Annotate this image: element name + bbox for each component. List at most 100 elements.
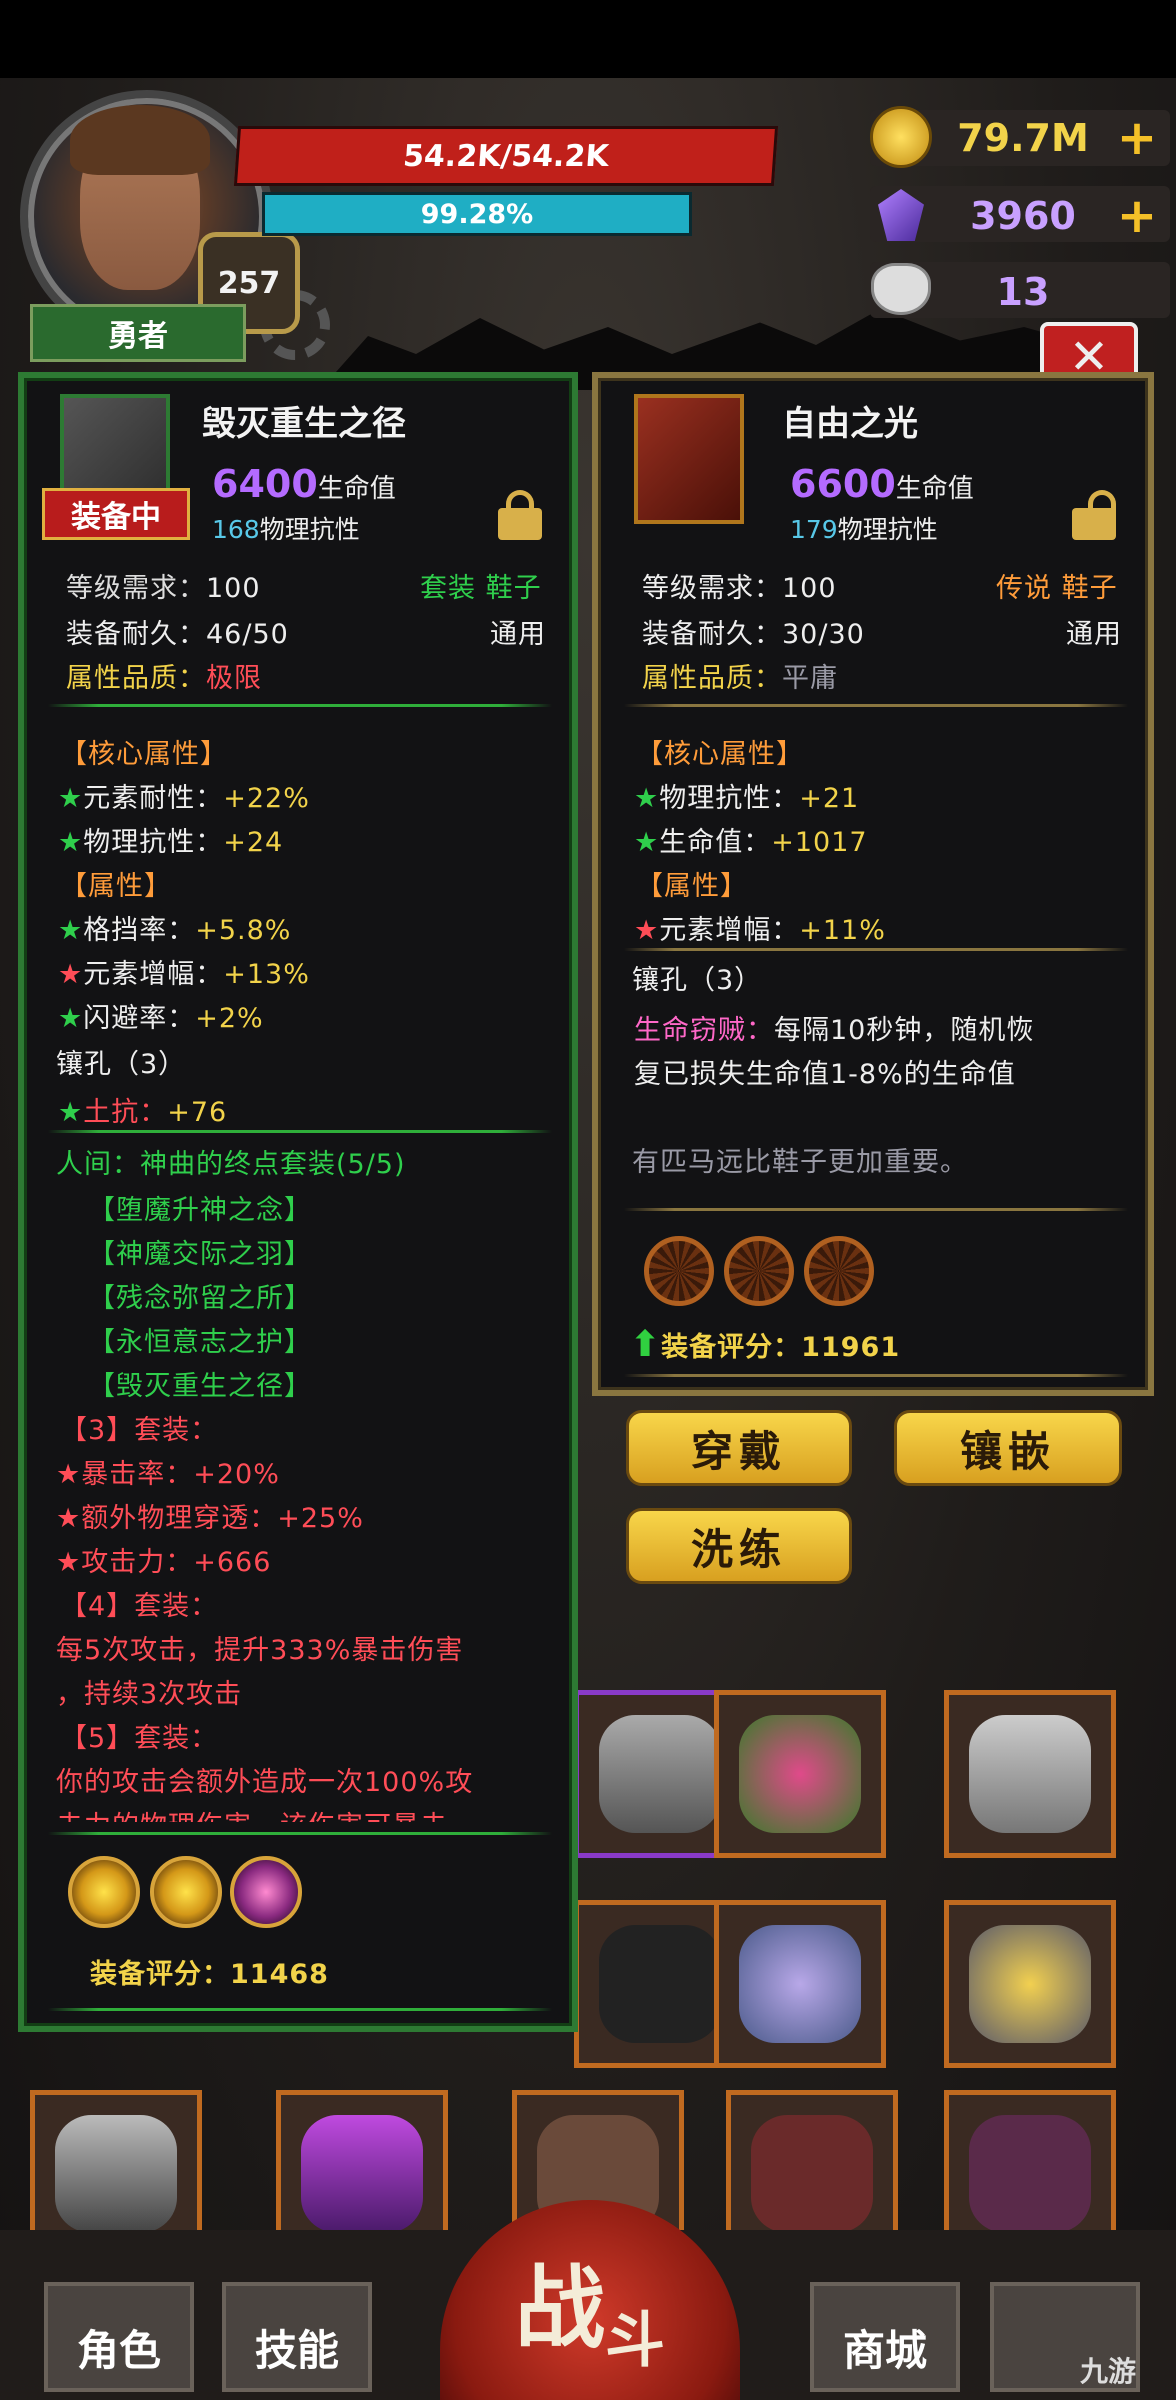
sword-icon (301, 2115, 423, 2233)
score-value: 11961 (801, 1332, 901, 1363)
stat-value: +22% (223, 783, 310, 814)
set5-header: 【5】套装： (60, 1723, 219, 1754)
green-star-icon: ★ (58, 1003, 84, 1034)
add-gold-button[interactable]: + (1112, 108, 1162, 168)
left-item-name: 毁灭重生之径 (202, 404, 406, 444)
nav-skills-button[interactable]: 技能 (222, 2282, 372, 2392)
empty-socket-icon (644, 1236, 714, 1306)
stat-value: +2% (195, 1003, 264, 1034)
set4-header: 【4】套装： (60, 1591, 219, 1622)
right-durability-value: 30/30 (782, 619, 865, 650)
red-star-icon: ★ (56, 1547, 82, 1578)
divider (48, 704, 552, 707)
left-durability-value: 46/50 (206, 619, 289, 650)
stat-value: +1017 (771, 827, 868, 858)
left-set-tag: 套装 鞋子 (420, 573, 542, 604)
unlock-icon[interactable] (1072, 490, 1116, 540)
left-socket-header: 镶孔（3） (56, 1049, 187, 1080)
refine-button[interactable]: 洗练 (626, 1508, 852, 1584)
divider (48, 1130, 552, 1133)
stat-label: 土抗： (83, 1097, 168, 1128)
green-star-icon: ★ (58, 915, 84, 946)
left-phys-stat: 168物理抗性 (212, 510, 360, 546)
left-core-header: 【核心属性】 (60, 739, 228, 770)
set-item: 【残念弥留之所】 (88, 1283, 312, 1314)
set-item: 【神魔交际之羽】 (88, 1239, 312, 1270)
add-crystal-button[interactable]: + (1112, 186, 1162, 246)
watermark: 九游 (1080, 2355, 1137, 2388)
right-level-req-value: 100 (782, 573, 837, 604)
staff-icon (739, 1925, 861, 2043)
stat-label: 物理抗性： (659, 783, 800, 814)
left-level-req-value: 100 (206, 573, 261, 604)
equipped-badge: 装备中 (42, 488, 190, 540)
gem-yellow-icon (150, 1856, 222, 1928)
left-quality-label: 属性品质： (66, 663, 206, 694)
stat-value: +5.8% (195, 915, 292, 946)
inventory-slot-necklace[interactable] (714, 1690, 886, 1858)
nav-shop-button[interactable]: 商城 (810, 2282, 960, 2392)
special-name: 生命窃贼： (634, 1015, 774, 1046)
right-rarity-tag: 传说 鞋子 (996, 573, 1118, 604)
stat-label: 元素增幅： (659, 915, 800, 946)
right-attr-row: ★元素增幅：+11% (634, 908, 886, 947)
score-value: 11468 (230, 1959, 329, 1990)
right-level-req-label: 等级需求： (642, 573, 782, 604)
divider (48, 2008, 552, 2011)
gem-yellow-icon (68, 1856, 140, 1928)
boots-icon (599, 1925, 721, 2043)
inlay-button[interactable]: 镶嵌 (894, 1410, 1122, 1486)
stat-label: 生命值： (659, 827, 772, 858)
right-hp-label: 生命值 (895, 474, 974, 504)
left-hp-label: 生命值 (317, 474, 396, 504)
stat-value: +24 (223, 827, 284, 858)
right-hp-value: 6600 (790, 462, 896, 506)
set3-row: ★额外物理穿透：+25% (56, 1496, 364, 1535)
wear-button[interactable]: 穿戴 (626, 1410, 852, 1486)
inventory-slot-staff[interactable] (714, 1900, 886, 2068)
red-star-icon: ★ (56, 1459, 82, 1490)
stat-label: 物理抗性： (83, 827, 224, 858)
antler-skull-icon (969, 1715, 1091, 1833)
inventory-slot-ring[interactable] (944, 1900, 1116, 2068)
axe-icon (55, 2115, 177, 2233)
right-socket-header: 镶孔（3） (632, 965, 763, 996)
lock-body (498, 508, 542, 540)
skull-amount: 13 (996, 270, 1050, 314)
left-core-row: ★元素耐性：+22% (58, 776, 310, 815)
inventory-slot-helm[interactable] (944, 1690, 1116, 1858)
right-special: 生命窃贼：每隔10秒钟，随机恢 (634, 1008, 1034, 1047)
right-phys-label: 物理抗性 (837, 515, 938, 544)
nav-character-button[interactable]: 角色 (44, 2282, 194, 2392)
green-star-icon: ★ (634, 827, 660, 858)
right-quality-value: 平庸 (782, 663, 838, 694)
flower-necklace-icon (739, 1715, 861, 1833)
right-special-line2: 复已损失生命值1-8%的生命值 (634, 1059, 1016, 1090)
stat-label: 攻击力： (81, 1547, 194, 1578)
left-durability: 装备耐久：46/50 (66, 612, 289, 651)
lock-icon[interactable] (498, 490, 542, 540)
stat-label: 元素增幅： (83, 959, 224, 990)
left-quality-value: 极限 (206, 663, 262, 694)
red-star-icon: ★ (56, 1503, 82, 1534)
left-attr-row: ★闪避率：+2% (58, 996, 264, 1035)
left-durability-label: 装备耐久： (66, 619, 206, 650)
divider (624, 948, 1128, 951)
right-quality: 属性品质：平庸 (642, 656, 838, 695)
green-star-icon: ★ (58, 1097, 84, 1128)
set-item: 【永恒意志之护】 (88, 1327, 312, 1358)
cloak-icon (751, 2115, 873, 2233)
score-label: 装备评分： (661, 1332, 802, 1363)
red-boots-icon (634, 394, 744, 524)
stat-label: 元素耐性： (83, 783, 224, 814)
mp-bar: 99.28% (262, 192, 692, 236)
up-arrow-icon: ⬆ (630, 1324, 662, 1365)
battle-label: 战 (515, 2256, 605, 2361)
divider (624, 1208, 1128, 1211)
stat-value: +21 (799, 783, 860, 814)
divider (48, 1832, 552, 1835)
left-level-req-label: 等级需求： (66, 573, 206, 604)
stat-value: +11% (799, 915, 886, 946)
crystal-amount: 3960 (970, 194, 1076, 238)
right-usage: 通用 (1066, 619, 1122, 650)
